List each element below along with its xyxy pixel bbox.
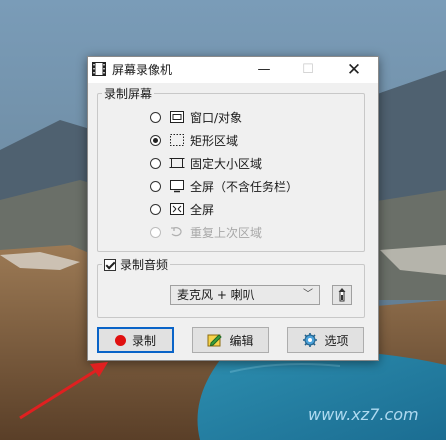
red-arrow-annotation [19,362,108,420]
watermark: www.xz7.com [308,405,419,424]
